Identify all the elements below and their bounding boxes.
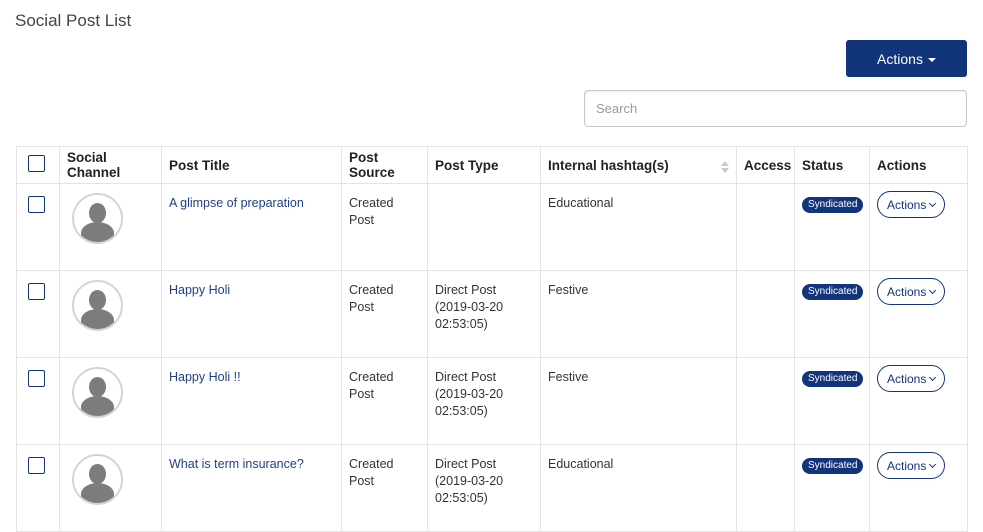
access-cell [736,270,795,358]
chevron-down-icon [929,373,937,381]
header-internal-hashtags-label: Internal hashtag(s) [548,157,669,173]
post-title-cell: What is term insurance? [161,444,342,532]
header-internal-hashtags[interactable]: Internal hashtag(s) [540,146,737,184]
status-cell: Syndicated [794,270,870,358]
page-title: Social Post List [15,11,132,30]
chevron-down-icon [929,286,937,294]
post-type-time: (2019-03-20 02:53:05) [435,474,504,505]
status-badge: Syndicated [802,197,864,213]
status-badge: Syndicated [802,458,864,474]
user-avatar-icon [72,454,123,505]
hashtags-cell: Educational [540,444,737,532]
social-post-table: Social Channel Post Title Post Source Po… [16,146,968,532]
post-title-cell: Happy Holi !! [161,357,342,445]
post-title-link[interactable]: Happy Holi [169,283,230,297]
post-type-label: Direct Post [435,370,497,384]
row-actions-label: Actions [887,284,927,299]
row-select-cell [16,357,60,445]
row-checkbox[interactable] [28,283,45,300]
post-source-cell: Created Post [341,270,428,358]
social-channel-cell [59,357,162,445]
header-access[interactable]: Access [736,146,795,184]
row-actions-label: Actions [887,197,927,212]
post-type-cell: Direct Post (2019-03-20 02:53:05) [427,444,541,532]
status-cell: Syndicated [794,357,870,445]
table-row: A glimpse of preparation Created Post Ed… [16,183,968,271]
status-cell: Syndicated [794,444,870,532]
hashtags-cell: Educational [540,183,737,271]
post-source-cell: Created Post [341,357,428,445]
row-actions-button[interactable]: Actions [877,278,946,305]
status-badge: Syndicated [802,371,864,387]
access-cell [736,183,795,271]
row-checkbox[interactable] [28,370,45,387]
post-type-cell [427,183,541,271]
row-actions-button[interactable]: Actions [877,191,946,218]
post-title-link[interactable]: A glimpse of preparation [169,196,304,210]
row-actions-button[interactable]: Actions [877,452,946,479]
social-post-table-container: Social Channel Post Title Post Source Po… [16,146,968,532]
actions-cell: Actions [869,183,968,271]
select-all-cell [16,146,60,184]
header-post-type[interactable]: Post Type [427,146,541,184]
row-actions-label: Actions [887,458,927,473]
header-actions: Actions [869,146,968,184]
table-row: What is term insurance? Created Post Dir… [16,444,968,532]
row-checkbox[interactable] [28,196,45,213]
row-select-cell [16,270,60,358]
post-type-time: (2019-03-20 02:53:05) [435,300,504,331]
social-channel-cell [59,270,162,358]
header-post-source[interactable]: Post Source [341,146,428,184]
post-title-cell: A glimpse of preparation [161,183,342,271]
table-header-row: Social Channel Post Title Post Source Po… [16,146,968,184]
post-type-time: (2019-03-20 02:53:05) [435,387,504,418]
status-badge: Syndicated [802,284,864,300]
caret-down-icon [927,57,936,62]
header-post-title[interactable]: Post Title [161,146,342,184]
post-type-label: Direct Post [435,283,497,297]
post-source-cell: Created Post [341,444,428,532]
user-avatar-icon [72,193,123,244]
access-cell [736,444,795,532]
social-channel-cell [59,183,162,271]
chevron-down-icon [929,199,937,207]
post-title-cell: Happy Holi [161,270,342,358]
table-row: Happy Holi !! Created Post Direct Post (… [16,357,968,445]
table-row: Happy Holi Created Post Direct Post (201… [16,270,968,358]
status-cell: Syndicated [794,183,870,271]
post-title-link[interactable]: Happy Holi !! [169,370,241,384]
social-channel-cell [59,444,162,532]
post-type-cell: Direct Post (2019-03-20 02:53:05) [427,357,541,445]
row-actions-label: Actions [887,371,927,386]
actions-cell: Actions [869,270,968,358]
post-type-cell: Direct Post (2019-03-20 02:53:05) [427,270,541,358]
post-type-label: Direct Post [435,457,497,471]
post-title-link[interactable]: What is term insurance? [169,457,304,471]
row-checkbox[interactable] [28,457,45,474]
select-all-checkbox[interactable] [28,155,45,172]
hashtags-cell: Festive [540,270,737,358]
search-input[interactable] [584,90,967,127]
row-select-cell [16,183,60,271]
user-avatar-icon [72,367,123,418]
actions-button-label: Actions [877,50,923,67]
access-cell [736,357,795,445]
header-social-channel[interactable]: Social Channel [59,146,162,184]
header-status[interactable]: Status [794,146,870,184]
actions-cell: Actions [869,357,968,445]
post-source-cell: Created Post [341,183,428,271]
actions-dropdown-button[interactable]: Actions [846,40,967,77]
actions-cell: Actions [869,444,968,532]
user-avatar-icon [72,280,123,331]
hashtags-cell: Festive [540,357,737,445]
row-actions-button[interactable]: Actions [877,365,946,392]
chevron-down-icon [929,460,937,468]
sort-icon[interactable] [721,160,729,173]
row-select-cell [16,444,60,532]
